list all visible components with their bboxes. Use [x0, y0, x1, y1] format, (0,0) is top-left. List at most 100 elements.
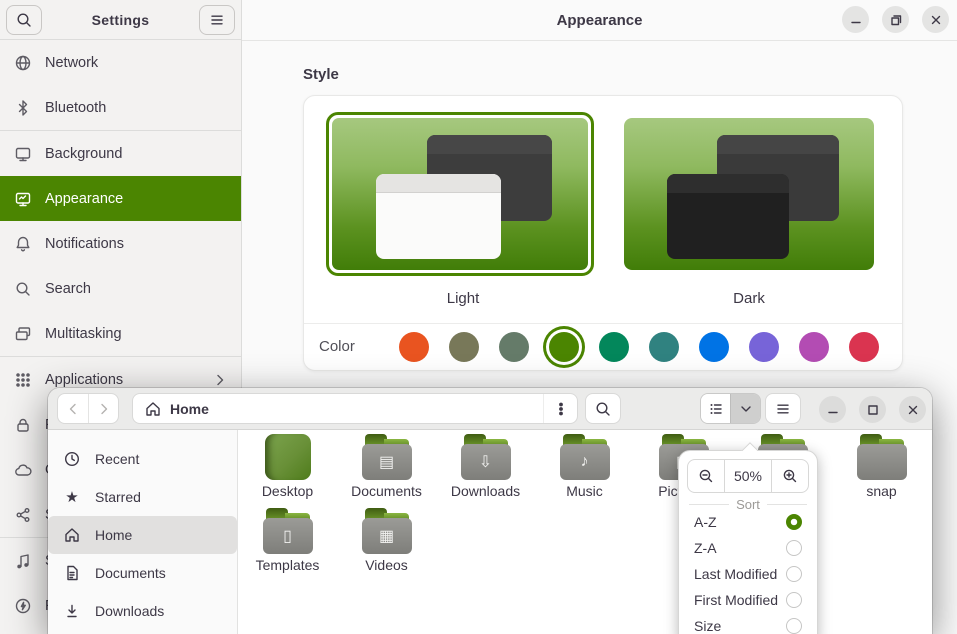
color-swatch-red[interactable]	[849, 332, 879, 362]
sidebar-item-documents[interactable]: Documents	[48, 554, 237, 592]
sidebar-item-appearance[interactable]: Appearance	[0, 176, 241, 221]
grid-item-downloads[interactable]: ⇩ Downloads	[436, 434, 535, 499]
radio-icon	[786, 540, 802, 556]
sort-option-first-modified[interactable]: First Modified	[679, 587, 817, 613]
list-view-button[interactable]	[701, 394, 730, 423]
style-option-light[interactable]	[326, 112, 594, 276]
sidebar-item-notifications[interactable]: Notifications	[0, 221, 241, 266]
color-swatch-purple[interactable]	[749, 332, 779, 362]
sidebar-item-label: Bluetooth	[45, 100, 106, 116]
color-row-label: Color	[319, 338, 355, 355]
list-view-icon	[707, 400, 725, 418]
magnifier-icon	[594, 400, 612, 418]
sidebar-item-bluetooth[interactable]: Bluetooth	[0, 85, 241, 130]
view-options-split-button	[700, 393, 761, 424]
cloud-icon	[14, 461, 32, 479]
sidebar-item-label: Search	[45, 281, 91, 297]
minimize-button[interactable]	[842, 6, 869, 33]
view-options-menu-button[interactable]	[730, 394, 760, 423]
radio-icon	[786, 566, 802, 582]
color-swatch-magenta[interactable]	[799, 332, 829, 362]
grid-icon	[14, 371, 32, 389]
hamburger-menu-button[interactable]	[765, 393, 801, 424]
radio-selected-icon	[786, 514, 802, 530]
sidebar-item-label: Applications	[45, 372, 123, 388]
grid-item-videos[interactable]: ▦ Videos	[337, 508, 436, 573]
popover-arrow	[741, 442, 757, 451]
history-buttons	[57, 393, 119, 424]
sort-option-size[interactable]: Size	[679, 613, 817, 634]
dark-option-label: Dark	[624, 290, 874, 307]
style-option-dark[interactable]	[624, 118, 874, 270]
grid-item-documents[interactable]: ▤ Documents	[337, 434, 436, 499]
card-divider	[304, 323, 902, 324]
color-swatch-olive[interactable]	[549, 332, 579, 362]
desktop: Settings Network Bluetooth Background Ap…	[0, 0, 957, 634]
minimize-button[interactable]	[819, 396, 846, 423]
sort-option-last-modified[interactable]: Last Modified	[679, 561, 817, 587]
restore-button[interactable]	[882, 6, 909, 33]
color-swatch-viridian[interactable]	[599, 332, 629, 362]
sidebar-item-label: Background	[45, 146, 122, 162]
search-button[interactable]	[6, 5, 42, 35]
sidebar-item-network[interactable]: Network	[0, 40, 241, 85]
windows-icon	[14, 325, 32, 343]
star-icon: ★	[63, 488, 81, 506]
forward-button[interactable]	[88, 394, 118, 423]
color-swatch-bark[interactable]	[449, 332, 479, 362]
zoom-in-button[interactable]	[772, 460, 808, 492]
music-note-icon	[14, 552, 32, 570]
sidebar-item-background[interactable]: Background	[0, 131, 241, 176]
grid-item-music[interactable]: ♪ Music	[535, 434, 634, 499]
home-icon	[144, 400, 162, 418]
grid-item-snap[interactable]: snap	[832, 434, 931, 499]
close-button[interactable]	[922, 6, 949, 33]
search-button[interactable]	[585, 393, 621, 424]
template-emblem-icon: ▯	[263, 518, 313, 554]
sidebar-item-recent[interactable]: Recent	[48, 440, 237, 478]
path-bar[interactable]: Home	[132, 393, 578, 424]
sidebar-item-downloads[interactable]: Downloads	[48, 592, 237, 630]
color-swatch-blue[interactable]	[699, 332, 729, 362]
preview-front-window	[376, 174, 501, 259]
file-grid: Desktop ▤ Documents ⇩ Downloads ♪ Music …	[238, 430, 932, 634]
display-icon	[14, 145, 32, 163]
settings-title: Settings	[92, 12, 150, 28]
sidebar-item-multitasking[interactable]: Multitasking	[0, 311, 241, 356]
close-button[interactable]	[899, 396, 926, 423]
folder-icon: ▤	[362, 434, 412, 480]
light-style-preview	[332, 118, 588, 270]
sidebar-item-label: Home	[95, 527, 132, 543]
sort-options-list: A-Z Z-A Last Modified First Modified Siz…	[679, 509, 817, 634]
globe-icon	[14, 54, 32, 72]
back-button[interactable]	[58, 394, 88, 423]
sidebar-item-home[interactable]: Home	[48, 516, 237, 554]
folder-icon: ▦	[362, 508, 412, 554]
maximize-button[interactable]	[859, 396, 886, 423]
location-menu-button[interactable]	[543, 394, 577, 423]
sort-option-az[interactable]: A-Z	[679, 509, 817, 535]
close-icon	[904, 401, 922, 419]
preview-front-window	[667, 174, 790, 259]
zoom-out-button[interactable]	[688, 460, 724, 492]
close-icon	[927, 11, 945, 29]
color-swatch-orange[interactable]	[399, 332, 429, 362]
appearance-headerbar: Appearance	[242, 0, 957, 41]
color-swatch-prussian-green[interactable]	[649, 332, 679, 362]
color-swatch-sage[interactable]	[499, 332, 529, 362]
hamburger-icon	[208, 11, 226, 29]
chevron-down-icon	[737, 400, 755, 418]
minimize-icon	[847, 11, 865, 29]
sidebar-item-starred[interactable]: ★ Starred	[48, 478, 237, 516]
clock-icon	[63, 450, 81, 468]
sidebar-item-search[interactable]: Search	[0, 266, 241, 311]
files-toolbar: Home	[48, 388, 932, 430]
sort-option-za[interactable]: Z-A	[679, 535, 817, 561]
sidebar-item-label: Recent	[95, 451, 139, 467]
grid-item-desktop[interactable]: Desktop	[238, 434, 337, 499]
radio-icon	[786, 618, 802, 634]
folder-icon: ▯	[263, 508, 313, 554]
music-emblem-icon: ♪	[560, 444, 610, 480]
grid-item-templates[interactable]: ▯ Templates	[238, 508, 337, 573]
primary-menu-button[interactable]	[199, 5, 235, 35]
